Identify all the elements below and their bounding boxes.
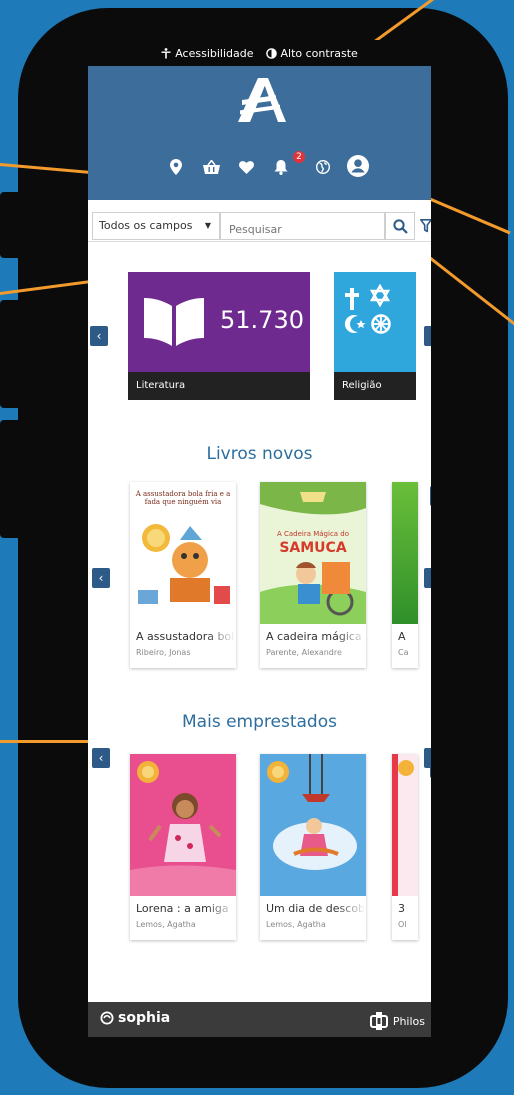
app-footer: sophia Philos bbox=[88, 1002, 431, 1037]
phone-side-button bbox=[0, 192, 28, 258]
high-contrast-link[interactable]: Alto contraste bbox=[265, 47, 358, 60]
sophia-link[interactable]: sophia bbox=[100, 1010, 170, 1026]
carousel-prev-button[interactable]: ‹ bbox=[92, 568, 110, 588]
accessibility-bar: Acessibilidade Alto contraste bbox=[88, 40, 431, 66]
search-bar: Todos os campos ▼ bbox=[88, 208, 431, 242]
book-author: Ribeiro, Jonas bbox=[136, 648, 191, 657]
category-label: Religião bbox=[334, 372, 416, 400]
book-author: Lemos, Ágatha bbox=[266, 920, 326, 929]
category-tile: 51.730 bbox=[128, 272, 310, 372]
library-logo-icon[interactable] bbox=[228, 74, 292, 124]
filter-button[interactable] bbox=[418, 212, 431, 240]
chevron-left-icon: ‹ bbox=[96, 329, 102, 343]
notification-badge: 2 bbox=[293, 151, 305, 163]
category-card[interactable]: Religião bbox=[334, 272, 416, 400]
philos-link[interactable]: Philos bbox=[369, 1012, 425, 1030]
book-cover bbox=[130, 754, 236, 896]
category-label: Literatura bbox=[128, 372, 310, 400]
app-screen: Acessibilidade Alto contraste 2 Todos os… bbox=[88, 40, 431, 1037]
see-more-new-books-button[interactable]: + bbox=[430, 486, 431, 506]
book-card[interactable]: Um dia de descoberta Lemos, Ágatha bbox=[260, 754, 366, 940]
book-cover bbox=[260, 754, 366, 896]
carousel-prev-button[interactable]: ‹ bbox=[92, 748, 110, 768]
book-title: A assustadora bola fria e a fada que nin… bbox=[136, 630, 236, 643]
search-field-select[interactable]: Todos os campos ▼ bbox=[92, 212, 220, 240]
philos-logo-icon bbox=[369, 1012, 388, 1030]
category-count: 51.730 bbox=[220, 306, 304, 334]
contrast-icon bbox=[265, 47, 277, 59]
book-card[interactable]: A assustadora bola fria e a fada que nin… bbox=[130, 482, 236, 668]
basket-icon[interactable] bbox=[203, 160, 220, 174]
book-card[interactable]: A Ca bbox=[392, 482, 418, 668]
cover-title: A Cadeira Mágica do bbox=[276, 530, 350, 538]
phone-side-button bbox=[0, 300, 28, 408]
religion-icon bbox=[344, 284, 391, 334]
book-title: Lorena : a amiga bbox=[136, 902, 229, 915]
book-card[interactable]: 3 Ol bbox=[392, 754, 418, 940]
cover-illustration bbox=[267, 754, 357, 870]
sophia-logo-icon bbox=[100, 1011, 114, 1025]
book-title: 3 bbox=[398, 902, 405, 915]
book-cover bbox=[392, 754, 418, 896]
book-cover: A assustadora bola fria e a fada que nin… bbox=[130, 482, 236, 624]
book-author: Ca bbox=[398, 648, 409, 657]
book-card[interactable]: A Cadeira Mágica do SAMUCA A cadeira mág… bbox=[260, 482, 366, 668]
accessibility-link[interactable]: Acessibilidade bbox=[161, 47, 254, 60]
chevron-down-icon: ▼ bbox=[204, 221, 211, 230]
cover-title: A assustadora bola fria e a fada que nin… bbox=[135, 490, 231, 506]
bell-icon[interactable] bbox=[274, 160, 288, 175]
book-author: Ol bbox=[398, 920, 407, 929]
category-tile bbox=[334, 272, 416, 372]
search-input[interactable] bbox=[220, 212, 385, 240]
cover-illustration bbox=[138, 524, 230, 604]
chevron-left-icon: ‹ bbox=[98, 571, 104, 585]
carousel-prev-button[interactable]: ‹ bbox=[90, 326, 108, 346]
book-title: A bbox=[398, 630, 406, 643]
search-icon bbox=[393, 219, 408, 234]
book-cover bbox=[392, 482, 418, 624]
book-title: Um dia de descoberta bbox=[266, 902, 366, 915]
book-cover: A Cadeira Mágica do SAMUCA bbox=[260, 482, 366, 624]
cover-name: SAMUCA bbox=[279, 540, 347, 556]
app-header: 2 bbox=[88, 66, 431, 200]
category-card[interactable]: 51.730 Literatura bbox=[128, 272, 310, 400]
accessibility-icon bbox=[161, 47, 171, 58]
book-card[interactable]: Lorena : a amiga Lemos, Ágatha bbox=[130, 754, 236, 940]
book-author: Lemos, Ágatha bbox=[136, 920, 196, 929]
heart-icon[interactable] bbox=[239, 161, 254, 174]
user-icon[interactable] bbox=[347, 155, 369, 177]
section-title-most-borrowed: Mais emprestados bbox=[182, 712, 337, 732]
cover-illustration bbox=[130, 761, 236, 896]
carousel-next-button[interactable]: › bbox=[424, 748, 431, 768]
cover-illustration bbox=[392, 754, 414, 896]
section-title-new-books: Livros novos bbox=[206, 444, 313, 464]
book-icon bbox=[144, 298, 204, 346]
globe-icon[interactable] bbox=[316, 160, 330, 174]
location-icon[interactable] bbox=[170, 159, 182, 175]
header-toolbar bbox=[88, 154, 431, 188]
search-button[interactable] bbox=[385, 212, 415, 240]
book-author: Parente, Alexandre bbox=[266, 648, 342, 657]
carousel-next-button[interactable]: › bbox=[424, 326, 431, 346]
book-title: A cadeira mágica bbox=[266, 630, 362, 643]
carousel-next-button[interactable]: › bbox=[424, 568, 431, 588]
filter-icon bbox=[420, 219, 431, 233]
chevron-left-icon: ‹ bbox=[98, 751, 104, 765]
phone-side-button bbox=[0, 420, 28, 538]
